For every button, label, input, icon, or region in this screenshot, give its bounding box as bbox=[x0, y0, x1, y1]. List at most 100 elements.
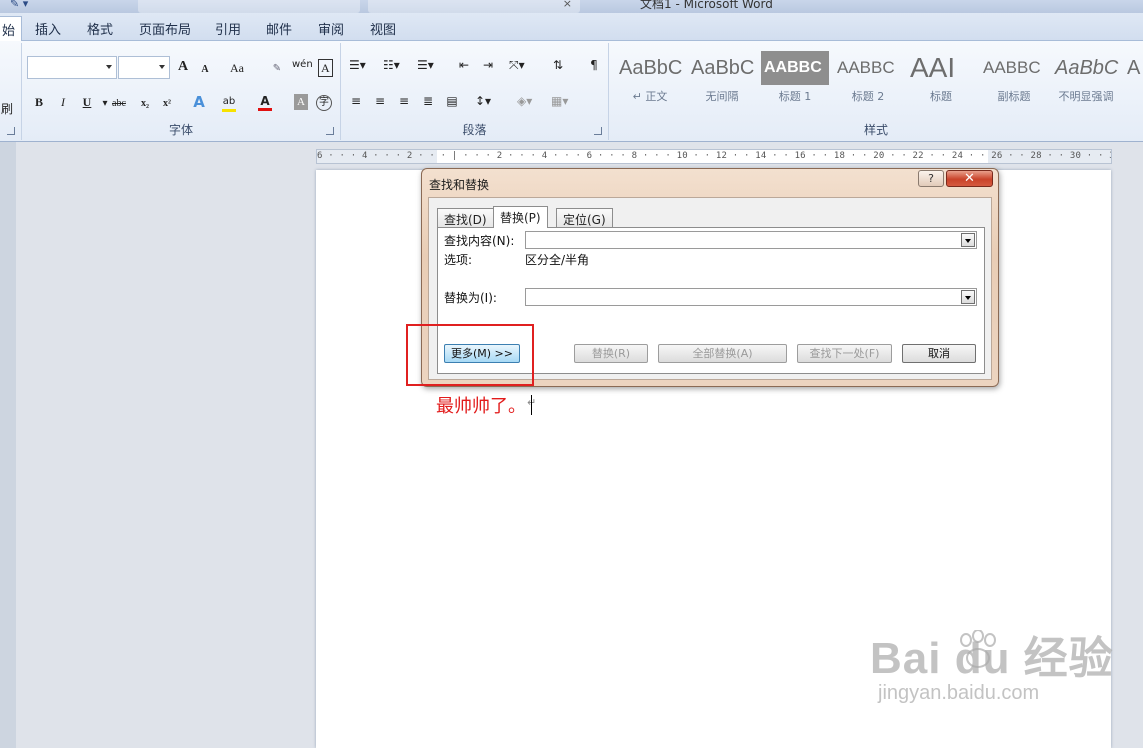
decrease-indent-icon[interactable]: ⇤ bbox=[457, 57, 471, 73]
multilevel-list-icon[interactable]: ☰▾ bbox=[417, 57, 434, 73]
ruler-marks: 6 · · · 4 · · · 2 · · · | · · · 2 · · · … bbox=[317, 151, 1111, 161]
bold-button[interactable]: B bbox=[32, 94, 46, 110]
highlight-button[interactable]: ab bbox=[222, 94, 236, 112]
find-next-button[interactable]: 查找下一处(F) bbox=[797, 344, 892, 363]
char-shading-button[interactable]: A bbox=[294, 94, 308, 110]
numbering-icon[interactable]: ☷▾ bbox=[383, 57, 400, 73]
text-effect-button[interactable]: A bbox=[192, 94, 206, 110]
font-size-combo[interactable] bbox=[118, 56, 170, 79]
style-no-spacing[interactable]: AaBbC 无间隔 bbox=[688, 51, 756, 109]
tab-insert[interactable]: 插入 bbox=[35, 19, 61, 38]
increase-indent-icon[interactable]: ⇥ bbox=[481, 57, 495, 73]
shading-icon[interactable]: ◈▾ bbox=[517, 93, 532, 109]
enclose-char-button[interactable]: 字 bbox=[316, 95, 332, 111]
underline-button[interactable]: U bbox=[80, 94, 94, 110]
tab-home[interactable]: 始 bbox=[0, 16, 23, 42]
horizontal-ruler[interactable]: 6 · · · 4 · · · 2 · · · | · · · 2 · · · … bbox=[316, 149, 1112, 164]
chevron-down-icon bbox=[159, 65, 165, 69]
document-text[interactable]: 最帅帅了。 bbox=[436, 392, 526, 418]
tab-references[interactable]: 引用 bbox=[215, 19, 241, 38]
chevron-down-icon[interactable]: ▾ bbox=[98, 96, 112, 112]
paw-logo-icon bbox=[960, 630, 996, 668]
replace-all-button[interactable]: 全部替换(A) bbox=[658, 344, 787, 363]
taskbar-tab-blurred-1[interactable] bbox=[138, 0, 360, 13]
tab-goto[interactable]: 定位(G) bbox=[556, 208, 613, 227]
options-value: 区分全/半角 bbox=[525, 253, 590, 267]
borders-icon[interactable]: ▦▾ bbox=[551, 93, 568, 109]
dialog-title: 查找和替换 bbox=[429, 178, 490, 192]
phonetic-guide-button[interactable]: wén bbox=[292, 57, 313, 73]
grow-font-button[interactable]: A bbox=[176, 59, 190, 75]
show-marks-icon[interactable]: ¶ bbox=[587, 57, 601, 73]
line-spacing-icon[interactable]: ↕▾ bbox=[475, 93, 491, 109]
font-color-button[interactable]: A bbox=[258, 93, 272, 111]
highlight-color-swatch bbox=[222, 109, 236, 112]
tab-review[interactable]: 审阅 bbox=[318, 19, 344, 38]
strikethrough-button[interactable]: abc bbox=[112, 96, 126, 112]
style-subtitle[interactable]: AABBC 副标题 bbox=[980, 51, 1048, 109]
clear-format-icon[interactable]: ✎ bbox=[270, 61, 284, 77]
dialog-close-button[interactable]: ✕ bbox=[946, 170, 993, 187]
distributed-icon[interactable]: ▤ bbox=[445, 93, 459, 109]
font-dialog-launcher-icon[interactable] bbox=[326, 127, 334, 135]
font-color-swatch bbox=[258, 108, 272, 111]
style-emphasis-clipped[interactable]: A bbox=[1124, 51, 1143, 109]
style-name: 不明显强调 bbox=[1058, 90, 1114, 103]
window-title: 文档1 - Microsoft Word bbox=[640, 0, 773, 11]
char-border-button[interactable]: A bbox=[318, 59, 333, 77]
find-what-input[interactable] bbox=[525, 231, 977, 249]
chinese-layout-icon[interactable]: ⤧▾ bbox=[509, 57, 525, 73]
font-group: A A Aa ✎ wén A B I U ▾ abc x₂ x² A ab A … bbox=[22, 43, 341, 140]
tab-format[interactable]: 格式 bbox=[87, 19, 113, 38]
taskbar-tab-blurred-2[interactable]: × bbox=[368, 0, 580, 13]
tab-view[interactable]: 视图 bbox=[370, 19, 396, 38]
bullets-icon[interactable]: ☰▾ bbox=[349, 57, 366, 73]
tab-find[interactable]: 查找(D) bbox=[437, 208, 494, 227]
style-name: 标题 2 bbox=[851, 90, 885, 103]
find-what-label: 查找内容(N): bbox=[444, 234, 515, 248]
change-case-button[interactable]: Aa bbox=[230, 60, 244, 76]
chevron-down-icon[interactable] bbox=[961, 290, 975, 304]
tab-replace[interactable]: 替换(P) bbox=[493, 206, 548, 228]
style-subtle-emphasis[interactable]: AaBbC 不明显强调 bbox=[1052, 51, 1120, 109]
style-normal[interactable]: AaBbC ↵ 正文 bbox=[616, 51, 684, 109]
close-icon[interactable]: × bbox=[563, 0, 572, 10]
sort-icon[interactable]: ⇅ bbox=[551, 57, 565, 73]
style-sample: A bbox=[1127, 57, 1141, 79]
align-left-icon[interactable]: ≡ bbox=[349, 93, 363, 109]
subscript-button[interactable]: x₂ bbox=[138, 96, 152, 112]
align-center-icon[interactable]: ≡ bbox=[373, 93, 387, 109]
group-launcher-icon[interactable] bbox=[7, 127, 15, 135]
italic-button[interactable]: I bbox=[56, 94, 70, 110]
quick-access-icon[interactable]: ✎ ▾ bbox=[10, 0, 28, 10]
help-button[interactable]: ? bbox=[918, 170, 944, 187]
paragraph-group: ☰▾ ☷▾ ☰▾ ⇤ ⇥ ⤧▾ ⇅ ¶ ≡ ≡ ≡ ≣ ▤ ↕▾ ◈▾ ▦▾ 段… bbox=[341, 43, 609, 140]
replace-with-input[interactable] bbox=[525, 288, 977, 306]
tab-mailings[interactable]: 邮件 bbox=[266, 19, 292, 38]
cancel-button[interactable]: 取消 bbox=[902, 344, 976, 363]
style-heading-2[interactable]: AABBC 标题 2 bbox=[834, 51, 902, 109]
chevron-down-icon[interactable] bbox=[961, 233, 975, 247]
align-right-icon[interactable]: ≡ bbox=[397, 93, 411, 109]
style-name: 标题 bbox=[930, 90, 952, 103]
shrink-font-button[interactable]: A bbox=[198, 62, 212, 78]
font-group-label: 字体 bbox=[168, 123, 193, 137]
font-name-combo[interactable] bbox=[27, 56, 117, 79]
highlight-label: ab bbox=[222, 96, 236, 107]
style-heading-1[interactable]: AABBC 标题 1 bbox=[761, 51, 829, 109]
superscript-button[interactable]: x² bbox=[160, 96, 174, 112]
style-sample: AaBbC bbox=[1055, 57, 1119, 79]
clipboard-group: 刷 bbox=[0, 43, 22, 140]
chevron-down-icon bbox=[106, 65, 112, 69]
format-painter-button[interactable]: 刷 bbox=[0, 101, 14, 117]
text-cursor bbox=[531, 395, 532, 415]
style-sample: AAI bbox=[910, 52, 956, 83]
justify-icon[interactable]: ≣ bbox=[421, 93, 435, 109]
style-title[interactable]: AAI 标题 bbox=[907, 51, 975, 109]
replace-button[interactable]: 替换(R) bbox=[574, 344, 648, 363]
paragraph-dialog-launcher-icon[interactable] bbox=[594, 127, 602, 135]
left-strip bbox=[0, 142, 16, 748]
style-sample: AABBC bbox=[983, 58, 1041, 77]
style-sample: AABBC bbox=[837, 58, 895, 77]
tab-page-layout[interactable]: 页面布局 bbox=[139, 19, 191, 38]
